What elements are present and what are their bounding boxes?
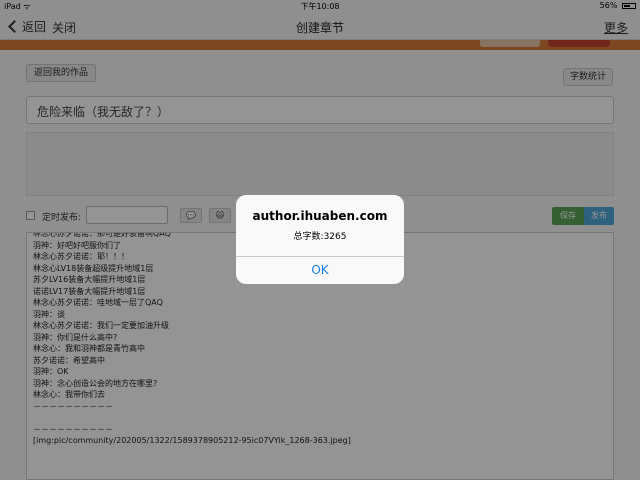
alert-message: 总字数:3265 bbox=[293, 232, 347, 242]
app-root: iPad ᯤ 下午10:08 56% 返回 关闭 创建章节 更多 返回我的作品 … bbox=[0, 0, 640, 480]
alert-title: author.ihuaben.com bbox=[252, 209, 388, 223]
alert-ok-button[interactable]: OK bbox=[236, 257, 404, 284]
alert-dialog: author.ihuaben.com 总字数:3265 OK bbox=[236, 195, 404, 284]
